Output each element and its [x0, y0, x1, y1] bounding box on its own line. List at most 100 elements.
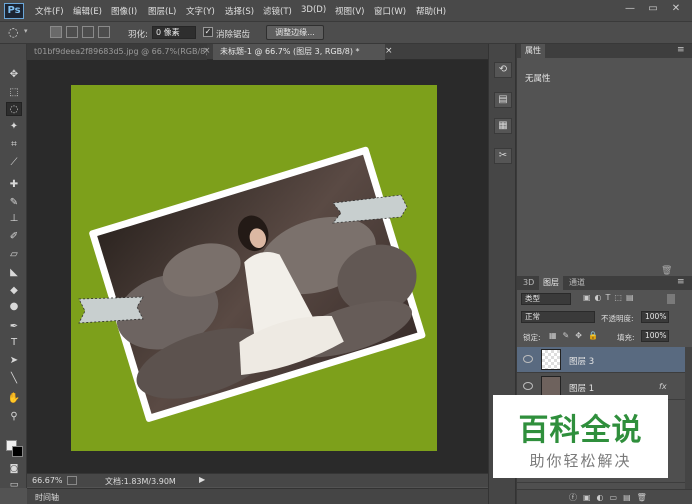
new-selection-icon[interactable]: [50, 26, 62, 38]
menu-type[interactable]: 文字(Y): [186, 5, 215, 17]
filter-icons[interactable]: ▣◐T⬚▤: [583, 293, 638, 302]
filter-toggle[interactable]: [667, 294, 675, 304]
pen-tool-icon[interactable]: ✒: [6, 320, 22, 334]
chevron-down-icon[interactable]: ▾: [24, 27, 28, 35]
marquee-tool-icon[interactable]: ⬚: [6, 86, 22, 100]
lasso-icon[interactable]: ◌: [8, 25, 18, 39]
feather-input[interactable]: 0 像素: [152, 26, 196, 39]
zoom-level[interactable]: 66.67%: [32, 476, 63, 485]
document-size: 文档:1.83M/3.90M: [105, 477, 176, 486]
clone-stamp-tool-icon[interactable]: ⊥: [6, 212, 22, 226]
subtract-selection-icon[interactable]: [82, 26, 94, 38]
watermark-subtitle: 助你轻松解决: [529, 452, 632, 470]
healing-brush-tool-icon[interactable]: ✚: [6, 178, 22, 192]
menu-file[interactable]: 文件(F): [35, 5, 64, 17]
line-tool-icon[interactable]: ╲: [6, 372, 22, 386]
quick-mask-icon[interactable]: ◙: [6, 462, 22, 476]
watermark-badge: 百科全说 助你轻松解决: [493, 395, 668, 478]
timeline-bar: 时间轴: [27, 488, 488, 504]
layers-scrollbar[interactable]: [685, 347, 692, 489]
history-brush-tool-icon[interactable]: ✐: [6, 230, 22, 244]
menu-layer[interactable]: 图层(L): [148, 5, 176, 17]
layer-name[interactable]: 图层 1: [569, 382, 594, 394]
timeline-label[interactable]: 时间轴: [35, 492, 59, 503]
feather-label: 羽化:: [128, 30, 148, 40]
crop-tool-icon[interactable]: ⌗: [6, 138, 22, 152]
maximize-button[interactable]: ▭: [643, 2, 663, 16]
layer-thumbnail: [541, 376, 561, 397]
lock-icons[interactable]: ▦✎✥🔒: [549, 331, 604, 340]
antialias-checkbox[interactable]: ✓: [203, 27, 213, 37]
intersect-selection-icon[interactable]: [98, 26, 110, 38]
panel-menu-icon[interactable]: ≡: [677, 45, 685, 55]
zoom-tool-icon[interactable]: ⚲: [6, 410, 22, 424]
trash-icon[interactable]: 🗑: [661, 266, 672, 276]
properties-panel: 属性 ≡ 无属性 🗑: [516, 44, 692, 276]
status-icon[interactable]: [67, 476, 77, 485]
tab-untitled-document[interactable]: 未标题-1 @ 66.7% (图层 3, RGB/8) *: [213, 44, 385, 60]
visibility-eye-icon[interactable]: [523, 382, 533, 390]
close-tab-icon[interactable]: ×: [385, 46, 393, 56]
menu-filter[interactable]: 滤镜(T): [263, 5, 292, 17]
fill-input[interactable]: 100%: [641, 330, 669, 342]
tab-properties[interactable]: 属性: [521, 44, 545, 58]
eyedropper-tool-icon[interactable]: ⟋: [6, 156, 22, 170]
refine-edge-button[interactable]: 调整边缘...: [266, 25, 324, 40]
no-properties-text: 无属性: [525, 74, 551, 84]
path-selection-tool-icon[interactable]: ➤: [6, 354, 22, 368]
screen-mode-icon[interactable]: ▭: [6, 478, 22, 492]
menu-window[interactable]: 窗口(W): [374, 5, 406, 17]
magic-wand-tool-icon[interactable]: ✦: [6, 120, 22, 134]
layer-row-layer3[interactable]: 图层 3: [517, 347, 685, 373]
options-bar: ◌ ▾ 羽化: 0 像素 ✓ 消除锯齿 调整边缘...: [0, 22, 692, 44]
tab-label: 未标题-1 @ 66.7% (图层 3, RGB/8) *: [220, 47, 360, 56]
add-selection-icon[interactable]: [66, 26, 78, 38]
menu-edit[interactable]: 编辑(E): [73, 5, 102, 17]
layer-comps-icon[interactable]: ▦: [494, 118, 512, 134]
menu-view[interactable]: 视图(V): [335, 5, 364, 17]
lasso-tool-icon[interactable]: ◌: [6, 102, 22, 116]
panel-menu-icon[interactable]: ≡: [677, 277, 685, 287]
visibility-eye-icon[interactable]: [523, 355, 533, 363]
type-tool-icon[interactable]: T: [6, 336, 22, 350]
eraser-tool-icon[interactable]: ▱: [6, 248, 22, 262]
layer-filter-select[interactable]: 类型: [521, 293, 571, 305]
blur-tool-icon[interactable]: ◆: [6, 284, 22, 298]
tab-jpg-document[interactable]: t01bf9deea2f89683d5.jpg @ 66.7%(RGB/8): [27, 44, 207, 60]
layer-action-icons[interactable]: ⓕ▣◐▭▤🗑: [569, 492, 653, 503]
dodge-tool-icon[interactable]: ●: [6, 300, 22, 314]
rotated-photo: [89, 146, 426, 422]
status-bar: 66.67% 文档:1.83M/3.90M ▶: [27, 473, 488, 487]
menu-3d[interactable]: 3D(D): [301, 5, 326, 15]
hand-tool-icon[interactable]: ✋: [6, 392, 22, 406]
layers-footer: ⓕ▣◐▭▤🗑: [517, 489, 692, 504]
antialias-label: 消除锯齿: [216, 30, 251, 40]
brush-tool-icon[interactable]: ✎: [6, 196, 22, 210]
menu-bar: Ps 文件(F) 编辑(E) 图像(I) 图层(L) 文字(Y) 选择(S) 滤…: [0, 0, 692, 22]
canvas[interactable]: [71, 85, 437, 451]
fx-icon[interactable]: fx: [659, 382, 667, 391]
tab-channels[interactable]: 通道: [565, 276, 589, 290]
tab-3d[interactable]: 3D: [519, 276, 538, 290]
history-icon[interactable]: ⟲: [494, 62, 512, 78]
minimize-button[interactable]: —: [620, 2, 640, 16]
menu-select[interactable]: 选择(S): [225, 5, 254, 17]
opacity-input[interactable]: 100%: [641, 311, 669, 323]
close-tab-icon[interactable]: ×: [203, 46, 211, 56]
tool-presets-icon[interactable]: ✂: [494, 148, 512, 164]
tools-panel: ✥ ⬚ ◌ ✦ ⌗ ⟋ ✚ ✎ ⊥ ✐ ▱ ◣ ◆ ● ✒ T ➤ ╲ ✋ ⚲ …: [0, 44, 27, 490]
opacity-label: 不透明度:: [601, 314, 634, 323]
document-tabs: t01bf9deea2f89683d5.jpg @ 66.7%(RGB/8) ×…: [27, 44, 488, 60]
gradient-tool-icon[interactable]: ◣: [6, 266, 22, 280]
background-color-swatch[interactable]: [12, 446, 23, 457]
move-tool-icon[interactable]: ✥: [6, 68, 22, 82]
status-menu-arrow-icon[interactable]: ▶: [199, 475, 205, 484]
layer-name[interactable]: 图层 3: [569, 355, 594, 367]
layer-thumbnail: [541, 349, 561, 370]
menu-help[interactable]: 帮助(H): [416, 5, 446, 17]
blend-mode-select[interactable]: 正常: [521, 311, 595, 323]
tab-layers[interactable]: 图层: [539, 276, 563, 290]
menu-image[interactable]: 图像(I): [111, 5, 137, 17]
properties-icon[interactable]: ▤: [494, 92, 512, 108]
close-button[interactable]: ✕: [666, 2, 686, 16]
